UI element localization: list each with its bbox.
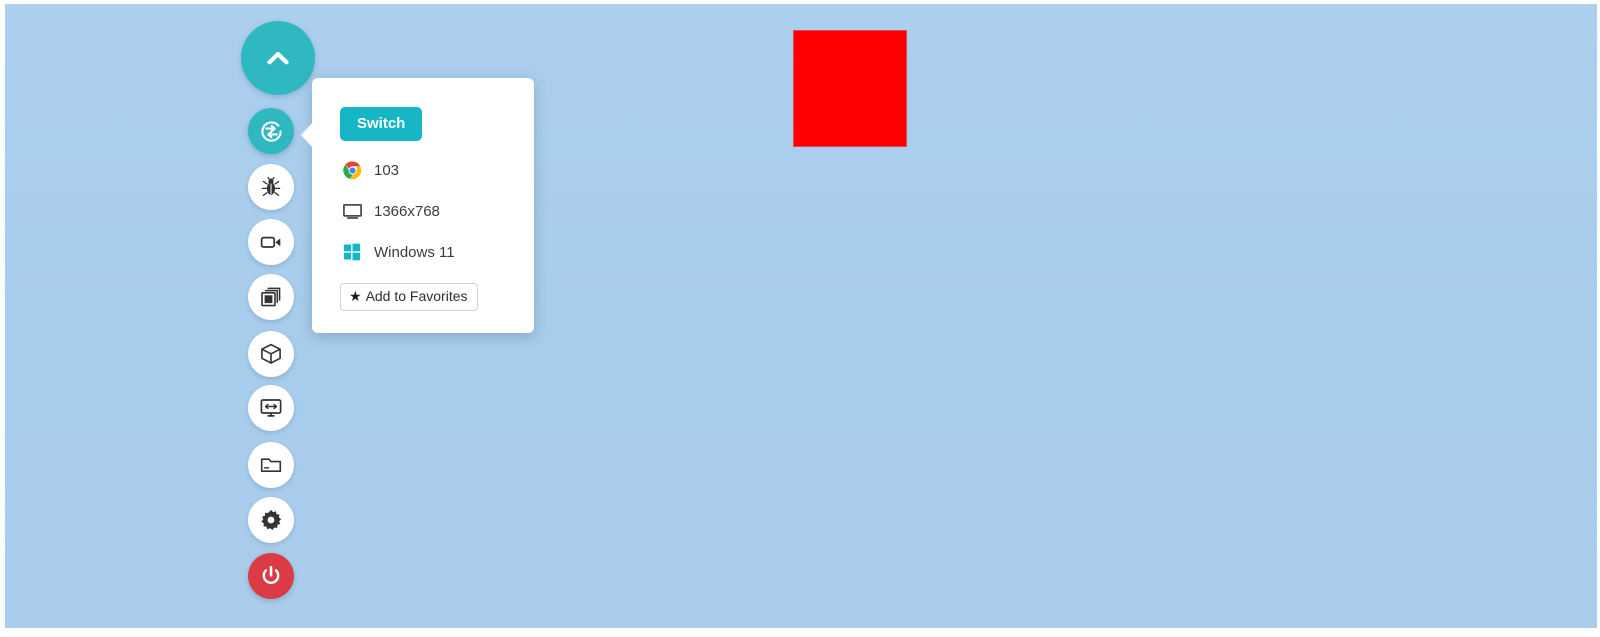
copies-icon — [261, 287, 281, 307]
local-files-button[interactable] — [248, 442, 294, 488]
bug-icon — [261, 176, 281, 196]
bug-report-button[interactable] — [248, 164, 294, 210]
chevron-up-icon — [267, 52, 289, 65]
gear-icon — [261, 509, 282, 530]
record-video-button[interactable] — [248, 219, 294, 265]
resolution-info-row: 1366x768 — [340, 199, 524, 223]
switch-button[interactable]: Switch — [340, 107, 423, 141]
screenshots-button[interactable] — [248, 274, 294, 320]
star-icon: ★ — [349, 288, 362, 304]
monitor-icon — [340, 199, 364, 223]
resize-screen-button[interactable] — [248, 385, 294, 431]
resolution-label: 1366x768 — [374, 202, 440, 220]
switch-arrows-icon — [260, 120, 282, 142]
red-square — [793, 30, 907, 147]
os-label: Windows 11 — [374, 243, 455, 261]
os-info-row: Windows 11 — [340, 240, 524, 264]
power-icon — [262, 565, 280, 584]
folder-icon — [260, 458, 282, 472]
windows-icon — [340, 240, 364, 264]
add-to-favorites-button[interactable]: ★ Add to Favorites — [340, 283, 478, 311]
cube-icon — [261, 343, 281, 364]
collapse-toolbar-button[interactable] — [241, 21, 315, 95]
browser-info-row: 103 — [340, 158, 524, 182]
page-canvas: Switch 103 1366x768 Windows 11 ★ Add to … — [5, 4, 1597, 628]
chrome-icon — [340, 158, 364, 182]
switch-browser-button[interactable] — [248, 108, 294, 154]
popover-pointer — [301, 122, 313, 148]
add-to-favorites-label: Add to Favorites — [365, 288, 468, 304]
browser-version-label: 103 — [374, 161, 400, 179]
settings-button[interactable] — [248, 497, 294, 543]
monitor-resize-icon — [260, 399, 282, 417]
video-camera-icon — [260, 236, 281, 248]
app-root: Switch 103 1366x768 Windows 11 ★ Add to … — [0, 0, 1600, 633]
device-cube-button[interactable] — [248, 331, 294, 377]
session-toolbar — [241, 4, 317, 637]
stop-session-button[interactable] — [248, 553, 294, 599]
session-info-popover: Switch 103 1366x768 Windows 11 ★ Add to … — [301, 78, 534, 333]
